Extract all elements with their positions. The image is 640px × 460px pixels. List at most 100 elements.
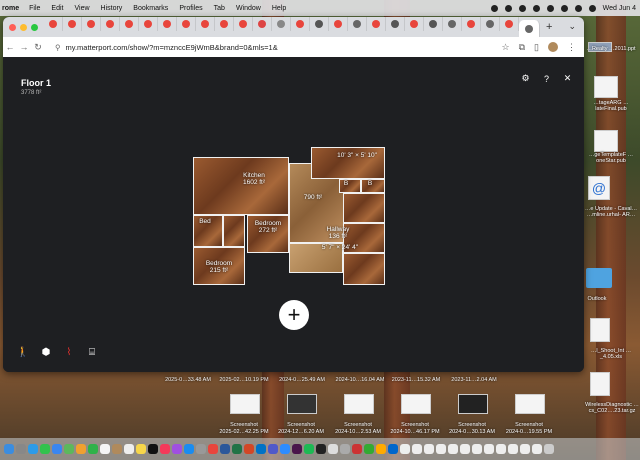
preview-icon[interactable] — [328, 444, 338, 454]
zoom-icon[interactable] — [280, 444, 290, 454]
browser-tab[interactable] — [234, 17, 253, 31]
wifi-icon[interactable] — [560, 4, 568, 12]
browser-tab[interactable] — [215, 17, 234, 31]
screenshot-thumbnail[interactable] — [287, 394, 317, 414]
new-tab-button[interactable]: + — [546, 21, 552, 33]
app-icon[interactable] — [472, 444, 482, 454]
menu-view[interactable]: View — [74, 5, 89, 12]
app-name[interactable]: rome — [2, 5, 19, 12]
settings-gear-icon[interactable]: ⚙ — [519, 72, 532, 85]
site-info-icon[interactable]: ⚲ — [55, 43, 61, 52]
trash-icon[interactable] — [544, 444, 554, 454]
screenshot-label[interactable]: Screenshot 2024-10…46.17 PM — [385, 422, 445, 435]
slack-icon[interactable] — [292, 444, 302, 454]
safari-icon[interactable] — [28, 444, 38, 454]
matterport-viewer[interactable]: Floor 1 3778 ft² ⚙ ? ✕ Kitchen 1602 ft² B… — [3, 57, 584, 372]
bluetooth-icon[interactable] — [532, 4, 540, 12]
photos-icon[interactable] — [76, 444, 86, 454]
file-thumbnail[interactable] — [594, 130, 618, 152]
reminders-icon[interactable] — [124, 444, 134, 454]
more-menu-icon[interactable]: ⋮ — [567, 42, 576, 53]
browser-tab[interactable] — [405, 17, 424, 31]
app-icon[interactable] — [436, 444, 446, 454]
settings-icon[interactable] — [196, 444, 206, 454]
browser-tab[interactable] — [158, 17, 177, 31]
browser-tab[interactable] — [481, 17, 500, 31]
profile-avatar[interactable] — [548, 42, 558, 52]
browser-tab[interactable] — [519, 20, 540, 37]
music-icon[interactable] — [160, 444, 170, 454]
teams-icon[interactable] — [268, 444, 278, 454]
browser-tab[interactable] — [63, 17, 82, 31]
floor-plan[interactable]: Kitchen 1602 ft² Bed Bedroom 272 ft² Bedro… — [189, 147, 387, 287]
facetime-icon[interactable] — [88, 444, 98, 454]
sidebar-icon[interactable]: ▯ — [534, 42, 539, 53]
maps-icon[interactable] — [64, 444, 74, 454]
bookmark-star-icon[interactable]: ☆ — [502, 42, 510, 53]
close-window-button[interactable] — [9, 23, 16, 31]
app-icon[interactable] — [388, 444, 398, 454]
browser-tab[interactable] — [82, 17, 101, 31]
browser-tab[interactable] — [367, 17, 386, 31]
floor-selector[interactable]: Floor 1 — [21, 78, 51, 88]
url-text[interactable]: my.matterport.com/show/?m=mznccE9jWmB&br… — [66, 43, 278, 52]
room-right-3[interactable] — [343, 253, 385, 285]
tab-search-button[interactable]: ⌄ — [568, 21, 576, 32]
menu-tab[interactable]: Tab — [214, 5, 225, 12]
search-icon[interactable] — [574, 4, 582, 12]
app-icon[interactable] — [460, 444, 470, 454]
browser-tab[interactable] — [120, 17, 139, 31]
app-icon[interactable] — [496, 444, 506, 454]
contacts-icon[interactable] — [112, 444, 122, 454]
menu-edit[interactable]: Edit — [51, 5, 63, 12]
screenshot-label[interactable]: Screenshot 2025-02…42.25 PM — [214, 422, 274, 435]
browser-tab[interactable] — [462, 17, 481, 31]
browser-tab[interactable] — [424, 17, 443, 31]
outlook-folder-icon[interactable] — [586, 268, 612, 288]
gmail-icon[interactable] — [490, 4, 498, 12]
clock[interactable]: Wed Jun 4 — [603, 5, 636, 12]
dollhouse-icon[interactable]: ⬢ — [40, 346, 52, 358]
browser-tab[interactable] — [443, 17, 462, 31]
screenshot-date[interactable]: 2023-11…2.04 AM — [444, 377, 504, 384]
screenshot-date[interactable]: 2025-02…10.19 PM — [214, 377, 274, 384]
screenshot-thumbnail[interactable] — [515, 394, 545, 414]
browser-tab[interactable] — [291, 17, 310, 31]
screenshot-label[interactable]: Screenshot 2024-10…2.53 AM — [328, 422, 388, 435]
app-icon[interactable] — [532, 444, 542, 454]
app-icon[interactable] — [484, 444, 494, 454]
app-icon[interactable] — [364, 444, 374, 454]
browser-tab[interactable] — [272, 17, 291, 31]
minimize-window-button[interactable] — [20, 23, 27, 31]
app-icon[interactable] — [520, 444, 530, 454]
desktop-file[interactable]: …l_Shoot_Int …_4.05.xls — [584, 348, 638, 361]
excel-icon[interactable] — [232, 444, 242, 454]
app-icon[interactable] — [412, 444, 422, 454]
terminal-icon[interactable] — [316, 444, 326, 454]
browser-tab[interactable] — [329, 17, 348, 31]
screenshot-date[interactable]: 2025-0…33.48 AM — [158, 377, 218, 384]
app-icon[interactable] — [424, 444, 434, 454]
screenshot-label[interactable]: Screenshot 2024-0…30.13 AM — [442, 422, 502, 435]
screenshot-thumbnail[interactable] — [458, 394, 488, 414]
expand-plus-button[interactable]: + — [279, 300, 309, 330]
screenshot-label[interactable]: Screenshot 2024-0…19.55 PM — [499, 422, 559, 435]
floorplan-mode-icon[interactable]: ⌸ — [86, 346, 98, 358]
walk-mode-icon[interactable]: 🚶 — [17, 346, 29, 358]
measure-tape-icon[interactable]: ⌇ — [63, 346, 75, 358]
app-icon[interactable] — [340, 444, 350, 454]
email-file-icon[interactable]: @ — [588, 176, 610, 200]
address-bar[interactable]: ⚲ my.matterport.com/show/?m=mznccE9jWmB&… — [55, 43, 502, 52]
desktop-file[interactable]: …e Update - Caval… …mline.urhal- AR… — [584, 206, 638, 219]
desktop-file[interactable]: …tageARG …lateFinal.pub — [584, 100, 638, 113]
browser-tab[interactable] — [101, 17, 120, 31]
room-right-1[interactable] — [343, 193, 385, 223]
desktop-file[interactable]: …geTemplateF …oneStar.pub — [584, 152, 638, 165]
browser-tab[interactable] — [253, 17, 272, 31]
word-icon[interactable] — [220, 444, 230, 454]
menu-help[interactable]: Help — [272, 5, 286, 12]
appstore-icon[interactable] — [184, 444, 194, 454]
calendar-icon[interactable] — [100, 444, 110, 454]
desktop-file[interactable]: Outlook — [582, 296, 612, 302]
desktop-file[interactable]: WirelessDiagnostic …cs_C02….23.tar.gz — [584, 402, 640, 415]
